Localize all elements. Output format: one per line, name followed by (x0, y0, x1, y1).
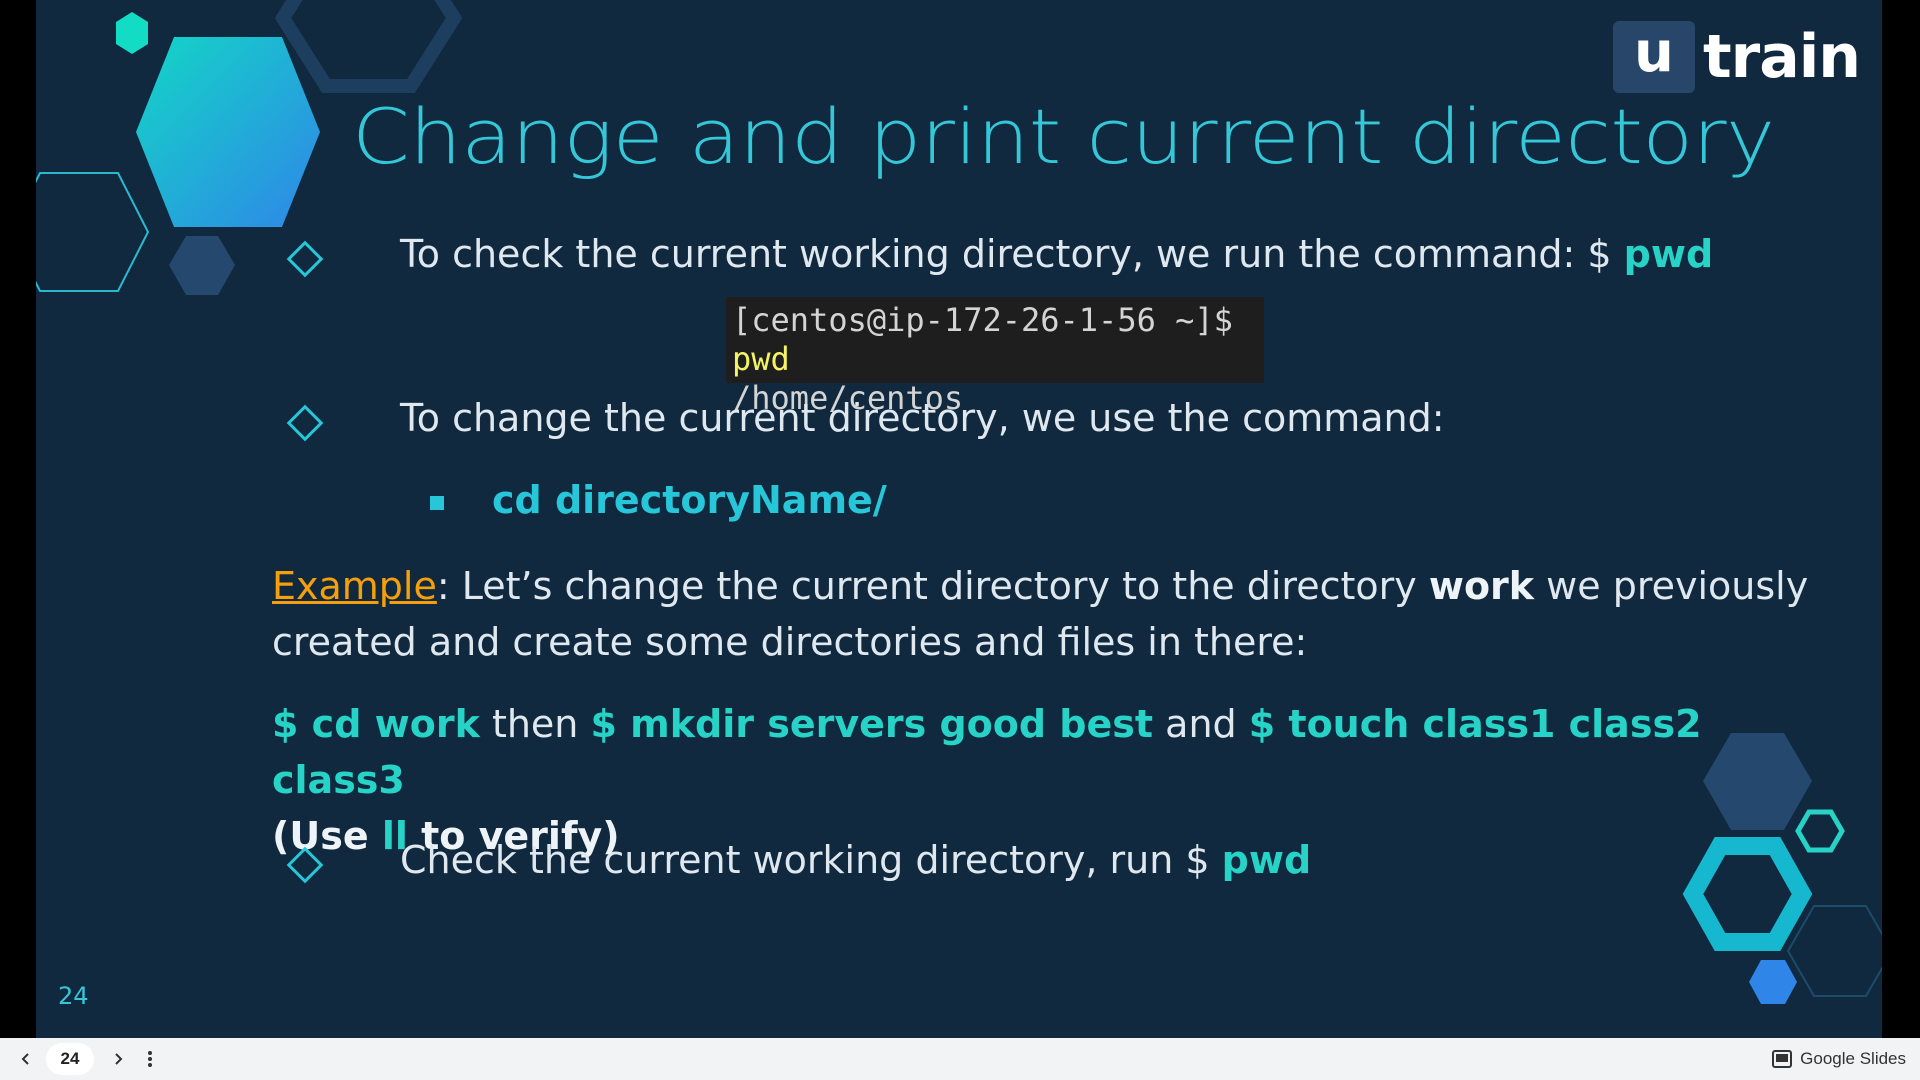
square-bullet-icon (430, 496, 444, 510)
command-mkdir: $ mkdir servers good best (590, 702, 1154, 746)
example-paragraph: Example: Let’s change the current direct… (272, 558, 1832, 670)
utrain-logo: u train (1612, 20, 1861, 94)
bullet-3-body: Check the current working directory, run… (400, 838, 1222, 882)
example-text-a: : Let’s change the current directory to … (436, 564, 1429, 608)
bullet-3-text: Check the current working directory, run… (400, 838, 1311, 882)
example-bold-word: work (1428, 564, 1535, 608)
command-cd: $ cd work (272, 702, 480, 746)
bullet-1-text: To check the current working directory, … (400, 232, 1713, 276)
google-slides-label: Google Slides (1800, 1049, 1906, 1068)
page-number-input[interactable]: 24 (46, 1043, 94, 1075)
slides-app-icon (1772, 1050, 1793, 1068)
bullet-3-command: pwd (1221, 838, 1312, 882)
logo-u-box: u (1612, 21, 1695, 93)
bullet-diamond-1 (282, 240, 324, 278)
terminal-screenshot: [centos@ip-172-26-1-56 ~]$ pwd /home/cen… (726, 297, 1264, 417)
slide-canvas: u train Change and print current directo… (36, 0, 1882, 1038)
slide-title: Change and print current directory (352, 92, 1775, 181)
terminal-command: pwd (732, 340, 790, 378)
subbullet-command: cd directoryName/ (492, 478, 887, 522)
bullet-1-body: To check the current working directory, … (400, 232, 1624, 276)
chevron-left-icon[interactable] (6, 1039, 46, 1079)
terminal-prompt: [centos@ip-172-26-1-56 ~]$ (732, 301, 1233, 339)
google-slides-link[interactable]: Google Slides (1772, 1038, 1906, 1080)
bullet-diamond-2 (282, 404, 324, 442)
more-vert-icon[interactable] (138, 1039, 162, 1079)
bullet-2-text: To change the current directory, we use … (400, 396, 1445, 440)
example-label: Example (272, 564, 437, 608)
chevron-right-icon[interactable] (98, 1039, 138, 1079)
slides-bottom-toolbar: 24 Google Slides (0, 1038, 1920, 1080)
logo-text: train (1702, 22, 1861, 92)
bullet-1-command: pwd (1623, 232, 1714, 276)
bullet-diamond-3 (282, 846, 324, 884)
terminal-line-1: [centos@ip-172-26-1-56 ~]$ pwd (732, 301, 1258, 379)
commands-then: then (479, 702, 591, 746)
diamond-bullet-icon (286, 846, 324, 884)
commands-and: and (1153, 702, 1249, 746)
slide-page-number: 24 (58, 982, 89, 1010)
diamond-bullet-icon (286, 404, 324, 442)
diamond-bullet-icon (286, 240, 324, 278)
